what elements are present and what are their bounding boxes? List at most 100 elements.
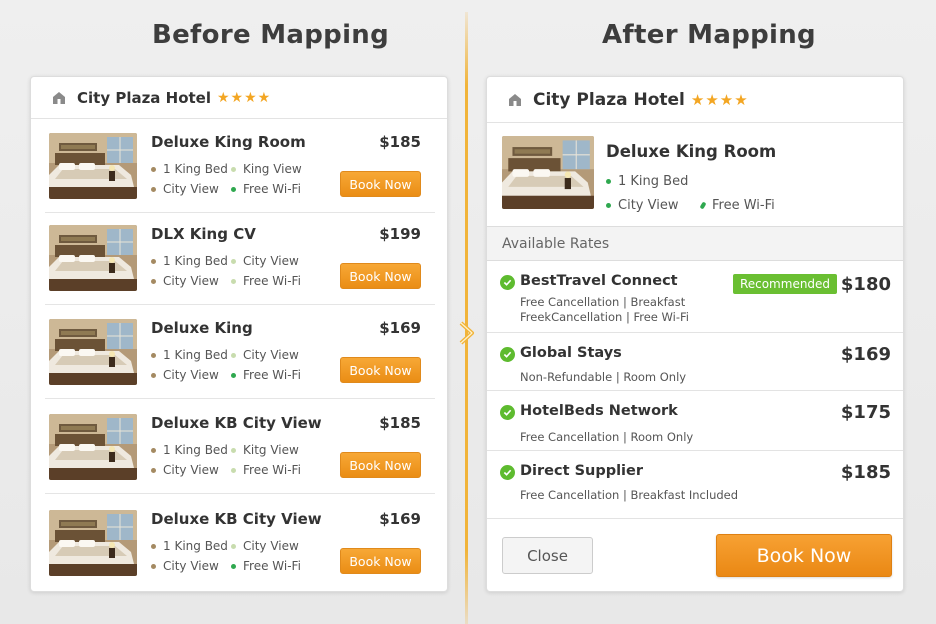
- bullet-icon: [231, 352, 236, 358]
- room-photo: [502, 136, 594, 209]
- feature-view-label: City View: [618, 198, 679, 213]
- feature-wifi-label: Free Wi-Fi: [243, 182, 301, 196]
- room-price: $185: [379, 414, 421, 432]
- provider-name: BestTravel Connect: [520, 273, 678, 289]
- bullet-icon: [151, 447, 156, 453]
- feature-view: King View: [231, 162, 302, 176]
- room-title: Deluxe King Room: [151, 133, 306, 151]
- room-photo: [49, 510, 137, 576]
- check-icon: [500, 347, 515, 362]
- hotel-icon: [53, 91, 65, 104]
- feature-wifi-label: Free Wi-Fi: [243, 368, 301, 382]
- feature-view-2-label: City View: [163, 274, 219, 288]
- bullet-icon: [151, 372, 156, 378]
- star-rating: ★★★★: [690, 90, 749, 109]
- feature-wifi: Free Wi-Fi: [231, 368, 301, 382]
- feature-bed: 1 King Bed: [151, 162, 228, 176]
- feature-bed: 1 King Bed: [151, 539, 228, 553]
- bullet-icon: [151, 467, 156, 473]
- rate-price: $185: [840, 462, 891, 483]
- feature-wifi: Free Wi-Fi: [231, 463, 301, 477]
- room-row: Deluxe King Room 1 King Bed King View City …: [45, 119, 435, 213]
- hotel-header: City Plaza Hotel ★★★★: [31, 77, 447, 119]
- room-row: Deluxe KB City View 1 King Bed Kitg View Ci…: [45, 400, 435, 494]
- room-title: Deluxe KB City View: [151, 510, 322, 528]
- feature-bed-label: 1 King Bed: [618, 174, 689, 189]
- rate-option[interactable]: BestTravel Connect Recommended $180 Free…: [487, 261, 903, 333]
- after-mapping-panel: City Plaza Hotel ★★★★ Deluxe King Room 1…: [486, 76, 904, 592]
- bullet-icon: [151, 186, 156, 192]
- bullet-icon: [231, 166, 236, 172]
- selected-room: Deluxe King Room 1 King Bed City View Fr…: [487, 123, 903, 227]
- rate-conditions: Free Cancellation | Breakfast: [520, 295, 686, 309]
- bullet-icon: [231, 447, 236, 453]
- book-now-button[interactable]: Book Now: [340, 171, 421, 197]
- room-photo: [49, 414, 137, 480]
- feature-view: City View: [231, 348, 299, 362]
- book-now-button[interactable]: Book Now: [716, 534, 892, 577]
- after-mapping-heading: After Mapping: [602, 20, 816, 50]
- provider-name: Direct Supplier: [520, 463, 644, 479]
- bullet-icon: [606, 203, 611, 208]
- feature-bed-label: 1 King Bed: [163, 443, 228, 457]
- recommended-badge: Recommended: [733, 274, 837, 294]
- feature-wifi: Free Wi-Fi: [699, 198, 775, 213]
- book-now-button[interactable]: Book Now: [340, 263, 421, 289]
- feature-view: City View: [231, 539, 299, 553]
- check-icon: [500, 405, 515, 420]
- room-title: DLX King CV: [151, 225, 256, 243]
- provider-name: HotelBeds Network: [520, 403, 678, 419]
- hotel-name: City Plaza Hotel: [533, 89, 685, 110]
- feature-view-2-label: City View: [163, 368, 219, 382]
- bullet-icon: [151, 543, 156, 549]
- feature-bed-label: 1 King Bed: [163, 254, 228, 268]
- rate-option[interactable]: Global Stays $169 Non-Refundable | Room …: [487, 333, 903, 391]
- before-mapping-heading: Before Mapping: [152, 20, 390, 50]
- feature-bed: 1 King Bed: [606, 174, 688, 189]
- rate-conditions: Non-Refundable | Room Only: [520, 370, 687, 384]
- feature-view-label: City View: [243, 254, 299, 268]
- feature-wifi-label: Free Wi-Fi: [712, 198, 775, 213]
- bullet-icon: [231, 258, 236, 264]
- feature-view-2: City View: [151, 463, 219, 477]
- feature-wifi: Free Wi-Fi: [231, 182, 301, 196]
- book-now-button[interactable]: Book Now: [340, 548, 421, 574]
- rate-price: $180: [840, 274, 891, 295]
- chevron-right-icon: [456, 320, 478, 346]
- feature-view-2: City View: [151, 182, 219, 196]
- bullet-icon: [231, 543, 236, 549]
- bullet-icon: [606, 179, 611, 184]
- star-rating: ★★★★: [217, 89, 272, 106]
- book-now-button[interactable]: Book Now: [340, 357, 421, 383]
- rate-conditions: Free Cancellation | Room Only: [520, 430, 694, 444]
- close-button[interactable]: Close: [502, 537, 593, 574]
- feature-view-label: City View: [243, 539, 299, 553]
- book-now-button[interactable]: Book Now: [340, 452, 421, 478]
- rate-option[interactable]: Direct Supplier $185 Free Cancellation |…: [487, 451, 903, 519]
- feature-wifi: Free Wi-Fi: [231, 559, 301, 573]
- bullet-icon: [231, 467, 236, 473]
- bullet-icon: [231, 186, 236, 192]
- check-icon: [500, 275, 515, 290]
- feature-wifi: Free Wi-Fi: [231, 274, 301, 288]
- rate-price: $169: [840, 344, 891, 365]
- before-mapping-panel: City Plaza Hotel ★★★★ Deluxe King Room 1 …: [30, 76, 448, 592]
- bullet-icon: [231, 372, 236, 378]
- feature-wifi-label: Free Wi-Fi: [243, 463, 301, 477]
- feature-view-2: City View: [151, 274, 219, 288]
- bullet-icon: [231, 563, 236, 569]
- divider-line: [465, 12, 468, 624]
- room-title: Deluxe KB City View: [151, 414, 322, 432]
- feature-view-label: Kitg View: [243, 443, 299, 457]
- room-photo: [49, 225, 137, 291]
- rate-option[interactable]: HotelBeds Network $175 Free Cancellation…: [487, 391, 903, 451]
- hotel-icon: [509, 93, 521, 106]
- feature-bed: 1 King Bed: [151, 254, 228, 268]
- feature-bed-label: 1 King Bed: [163, 539, 228, 553]
- feature-bed-label: 1 King Bed: [163, 348, 228, 362]
- feature-view: City View: [231, 254, 299, 268]
- check-icon: [500, 465, 515, 480]
- available-rates-header: Available Rates: [487, 227, 903, 261]
- feature-view-2-label: City View: [163, 559, 219, 573]
- feature-view-2-label: City View: [163, 182, 219, 196]
